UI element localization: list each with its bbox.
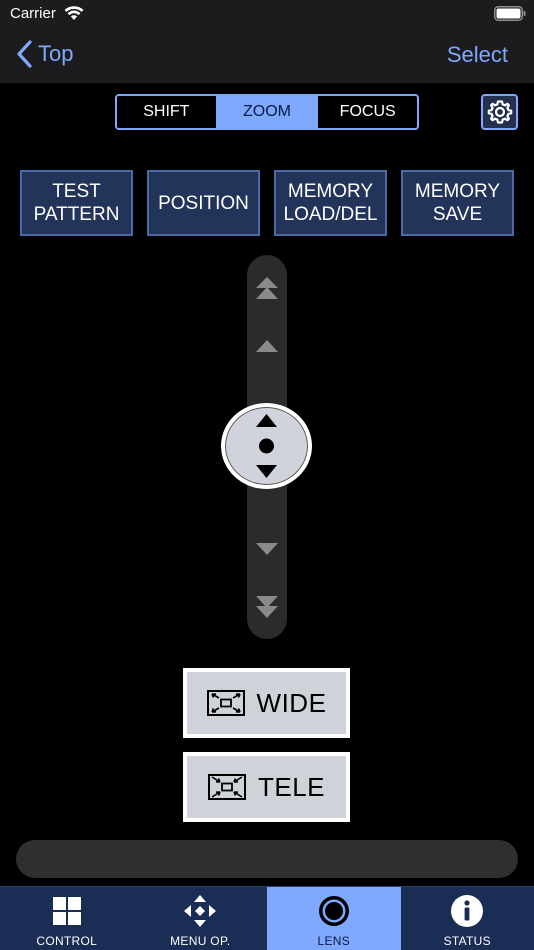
wifi-icon bbox=[64, 6, 84, 20]
double-arrow-up-icon[interactable] bbox=[254, 275, 280, 301]
memory-load-del-button[interactable]: MEMORY LOAD/DEL bbox=[274, 170, 387, 236]
message-bar bbox=[16, 840, 518, 878]
segment-focus[interactable]: FOCUS bbox=[316, 96, 417, 128]
double-arrow-down-icon[interactable] bbox=[254, 594, 280, 620]
segment-zoom[interactable]: ZOOM bbox=[215, 96, 317, 128]
tab-lens[interactable]: LENS bbox=[267, 887, 401, 950]
carrier-label: Carrier bbox=[10, 5, 56, 22]
tab-menu-op-label: MENU OP. bbox=[170, 934, 231, 948]
settings-button[interactable] bbox=[481, 94, 518, 130]
tele-button-label: TELE bbox=[257, 771, 326, 802]
tab-menu-op[interactable]: MENU OP. bbox=[134, 887, 268, 950]
arrow-down-icon[interactable] bbox=[254, 535, 280, 561]
zoom-slider-knob[interactable] bbox=[221, 403, 312, 489]
battery-icon bbox=[494, 6, 526, 21]
segment-shift[interactable]: SHIFT bbox=[117, 96, 216, 128]
test-pattern-button[interactable]: TEST PATTERN bbox=[20, 170, 133, 236]
arrow-up-icon[interactable] bbox=[254, 335, 280, 361]
back-button-label: Top bbox=[38, 41, 74, 66]
tab-control-label: CONTROL bbox=[36, 934, 98, 948]
info-icon bbox=[451, 895, 484, 927]
tab-bar: CONTROL MENU OP. LENS STATUS bbox=[0, 886, 534, 950]
knob-arrows-icon bbox=[256, 414, 277, 478]
lens-icon bbox=[318, 896, 349, 926]
tab-control[interactable]: CONTROL bbox=[0, 887, 134, 950]
position-button[interactable]: POSITION bbox=[147, 170, 260, 236]
gear-icon bbox=[487, 100, 512, 124]
back-button[interactable]: Top bbox=[14, 38, 73, 70]
tab-status[interactable]: STATUS bbox=[401, 887, 534, 950]
tele-button[interactable]: TELE bbox=[183, 752, 350, 822]
dpad-icon bbox=[184, 895, 217, 927]
chevron-left-icon bbox=[17, 40, 32, 68]
wide-icon bbox=[206, 690, 245, 716]
tab-status-label: STATUS bbox=[443, 934, 491, 948]
navigation-bar: Carrier Top Select bbox=[0, 0, 534, 83]
wide-button[interactable]: WIDE bbox=[183, 668, 350, 738]
mode-segmented-control: SHIFT ZOOM FOCUS bbox=[115, 94, 419, 130]
wide-button-label: WIDE bbox=[256, 687, 327, 718]
lens-screen: Carrier Top Select SHIFT ZOOM FOCUS TEST… bbox=[0, 0, 534, 950]
tele-icon bbox=[207, 774, 246, 800]
grid-icon bbox=[52, 897, 81, 925]
memory-save-button[interactable]: MEMORY SAVE bbox=[401, 170, 514, 236]
tab-lens-label: LENS bbox=[317, 934, 351, 948]
select-button[interactable]: Select bbox=[447, 42, 508, 68]
